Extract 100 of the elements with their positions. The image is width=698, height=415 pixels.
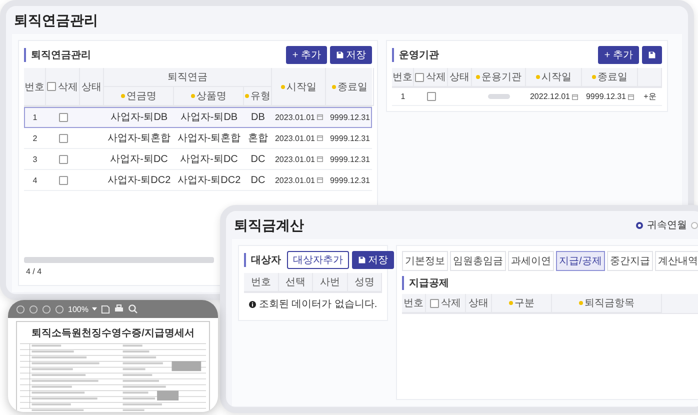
panel-title: 퇴직연금관리	[24, 48, 91, 62]
column-header: 운용기관	[482, 71, 522, 84]
tab[interactable]: 과세이연	[508, 251, 554, 271]
table-cell: 9999.12.31	[330, 176, 370, 184]
table-cell: 4	[32, 176, 38, 184]
checkbox[interactable]	[58, 176, 68, 184]
calendar-icon[interactable]	[317, 156, 324, 162]
table-cell-text: 사업자-퇴혼합	[107, 132, 171, 145]
table-cell: 2	[32, 134, 38, 142]
column-header: 종료일	[598, 71, 628, 84]
panel-title: 운영기관	[392, 48, 439, 62]
checkbox[interactable]	[430, 298, 439, 308]
window-title: 퇴직연금관리	[13, 11, 99, 30]
checkbox[interactable]	[58, 112, 68, 122]
column-header: 번호	[404, 297, 424, 310]
column-header: 삭제	[58, 80, 78, 94]
info-icon	[248, 300, 256, 308]
column-header: 시작일	[286, 80, 316, 94]
radio-label: 귀속연월	[647, 219, 687, 232]
panel-title: 대상자	[244, 253, 281, 267]
column-group-header: 퇴직연금	[168, 71, 208, 84]
tab[interactable]: 지급/공제	[556, 251, 605, 271]
calendar-icon[interactable]	[317, 135, 324, 141]
table-cell: DC	[250, 154, 266, 164]
tab[interactable]: 계산내역	[654, 251, 698, 271]
redacted-value-bar	[488, 94, 510, 99]
section-title: 지급공제	[402, 276, 449, 290]
table-cell: 9999.12.31	[330, 112, 370, 122]
radio-button[interactable]	[636, 222, 643, 228]
horizontal-scrollbar[interactable]	[24, 257, 214, 263]
column-header: 유형	[250, 90, 270, 103]
table-cell-text: 사업자-퇴혼합	[177, 132, 241, 145]
tab[interactable]: 중간지급	[606, 251, 653, 271]
column-header: 상품명	[196, 90, 226, 103]
checkbox[interactable]	[58, 134, 68, 142]
calendar-icon[interactable]	[572, 94, 578, 100]
column-header: 삭제	[441, 297, 461, 310]
table-cell: 2023.01.01	[274, 176, 316, 184]
table-cell-text: 혼합	[248, 132, 268, 145]
table-cell: DB	[251, 112, 265, 122]
checkbox[interactable]	[415, 72, 424, 82]
table-cell: +운	[644, 91, 656, 102]
save-button[interactable]: 저장	[330, 46, 372, 64]
column-header: 상태	[450, 71, 470, 84]
save-icon	[336, 51, 344, 59]
table-row[interactable]: 1 사업자-퇴DB 사업자-퇴DB DB 2023.01.01 9999.12.31	[24, 107, 372, 128]
calendar-icon[interactable]	[317, 177, 324, 183]
checkbox[interactable]	[426, 92, 436, 101]
tab[interactable]: 기본정보	[402, 251, 448, 271]
table-cell-text: 사업자-퇴DC2	[177, 174, 241, 187]
table-cell-text: 사업자-퇴DB	[180, 111, 238, 124]
table-cell: 9999.12.31	[330, 134, 370, 142]
table-cell-text: 사업자-퇴DC	[180, 153, 238, 166]
document-title: 퇴직소득원천징수영수증/지급명세서	[30, 327, 196, 340]
column-header: 퇴직금항목	[584, 297, 634, 310]
table-cell: 1	[400, 92, 406, 101]
column-header: 상태	[468, 297, 488, 310]
table-row[interactable]: 2 사업자-퇴혼합 사업자-퇴혼합 혼합 2023.01.01 9999.12.31	[24, 128, 372, 149]
table-cell: 2023.01.01	[274, 112, 316, 122]
window-title: 퇴직금계산	[233, 216, 305, 235]
column-header: 번호	[392, 71, 412, 84]
add-button[interactable]: + 추가	[598, 46, 639, 64]
row-count: 4 / 4	[26, 267, 42, 276]
column-header: 선택	[285, 276, 306, 289]
table-cell-text: 사업자-퇴DB	[110, 111, 168, 124]
add-target-button[interactable]: 대상자추가	[287, 251, 349, 269]
table-cell: 1	[32, 112, 38, 122]
calendar-icon[interactable]	[317, 114, 324, 120]
empty-message: 조회된 데이터가 없습니다.	[258, 298, 378, 311]
table-cell-text: 사업자-퇴DC2	[107, 174, 171, 187]
table-cell: 2023.01.01	[274, 134, 316, 142]
add-button[interactable]: + 추가	[286, 46, 327, 64]
save-icon[interactable]	[101, 304, 110, 314]
save-button[interactable]: 저장	[352, 251, 394, 269]
save-button[interactable]	[642, 46, 662, 64]
column-header: 상태	[82, 80, 102, 94]
column-header: 구분	[514, 297, 534, 310]
tab[interactable]: 임원총임금	[450, 251, 506, 271]
caret-icon[interactable]	[92, 307, 98, 311]
column-header: 성명	[354, 276, 374, 289]
search-icon[interactable]	[128, 304, 138, 314]
column-header: 번호	[250, 276, 271, 289]
save-icon	[648, 51, 656, 59]
table-cell: 2023.01.01	[274, 154, 316, 164]
save-icon	[358, 256, 366, 264]
column-header: 삭제	[426, 71, 446, 84]
checkbox[interactable]	[58, 154, 68, 164]
table-row[interactable]: 4 사업자-퇴DC2 사업자-퇴DC2 DC 2023.01.01 9999.12.31	[24, 170, 372, 191]
print-icon[interactable]	[114, 304, 124, 314]
table-cell: 9999.12.31	[586, 92, 626, 101]
table-cell: 9999.12.31	[330, 154, 370, 164]
column-header: 종료일	[338, 80, 368, 94]
checkbox[interactable]	[47, 82, 56, 91]
table-cell-text: 사업자-퇴DC	[110, 153, 168, 166]
zoom-level[interactable]: 100%	[68, 304, 88, 314]
radio-button[interactable]	[691, 222, 698, 228]
table-cell: 2022.12.01	[530, 92, 570, 101]
calendar-icon[interactable]	[628, 94, 634, 100]
table-row[interactable]: 3 사업자-퇴DC 사업자-퇴DC DC 2023.01.01 9999.12.31	[24, 149, 372, 170]
table-cell: 3	[32, 154, 38, 164]
